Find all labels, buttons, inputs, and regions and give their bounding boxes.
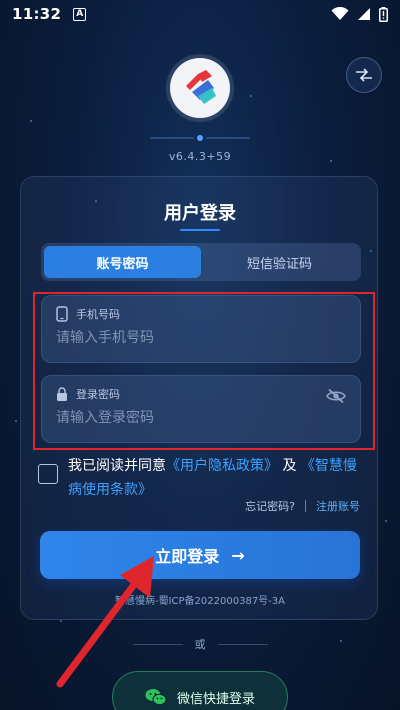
wifi-icon — [331, 7, 349, 20]
agreement-checkbox[interactable] — [38, 464, 58, 484]
or-divider: 或 — [100, 636, 300, 652]
aux-links: 忘记密码? 注册账号 — [245, 498, 360, 514]
agreement-and: 及 — [282, 458, 297, 474]
wechat-login-label: 微信快捷登录 — [176, 691, 255, 707]
wechat-login-button[interactable]: 微信快捷登录 — [112, 671, 288, 710]
status-bar: 11:32 A — [0, 0, 400, 28]
battery-icon — [379, 6, 388, 22]
or-text: 或 — [194, 638, 206, 651]
login-method-tabs: 账号密码 短信验证码 — [41, 243, 361, 281]
tab-sms-code[interactable]: 短信验证码 — [201, 246, 358, 278]
tab-account-password[interactable]: 账号密码 — [44, 246, 201, 278]
agreement-prefix: 我已阅读并同意 — [68, 458, 166, 474]
status-time: 11:32 — [12, 5, 62, 23]
link-separator — [305, 500, 306, 512]
login-submit-button[interactable]: 立即登录 → — [40, 531, 360, 579]
notification-a-icon: A — [73, 7, 87, 21]
wechat-icon — [145, 689, 167, 706]
register-link[interactable]: 注册账号 — [316, 498, 360, 514]
login-button-label: 立即登录 — [155, 547, 220, 566]
annotation-highlight-box — [33, 292, 375, 450]
signal-icon — [358, 8, 370, 20]
switch-environment-button[interactable] — [346, 57, 382, 93]
forgot-password-link[interactable]: 忘记密码? — [245, 498, 295, 514]
login-title: 用户登录 — [164, 203, 236, 224]
version-divider-decoration — [150, 135, 250, 141]
icp-record: 智慧慢病-蜀ICP备2022000387号-3A — [114, 596, 285, 607]
app-version: v6.4.3+59 — [168, 150, 232, 163]
app-logo — [170, 58, 230, 118]
arrow-right-icon: → — [231, 545, 245, 565]
title-underline — [180, 229, 220, 231]
swap-arrows-icon — [356, 68, 372, 82]
agreement-row: 我已阅读并同意《用户隐私政策》 及 《智慧慢病使用条款》 — [38, 454, 368, 502]
privacy-policy-link[interactable]: 《用户隐私政策》 — [166, 458, 278, 474]
